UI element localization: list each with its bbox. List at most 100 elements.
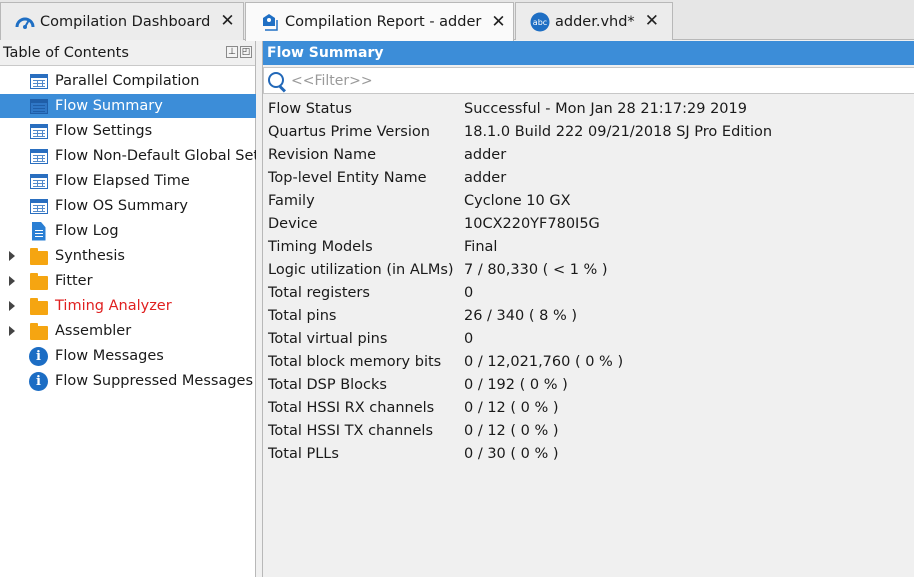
report-icon: [260, 12, 280, 32]
row-key: Total PLLs: [268, 445, 339, 462]
info-icon: i: [29, 371, 48, 391]
row-key: Quartus Prime Version: [268, 123, 430, 140]
toc-header: Table of Contents ⊥ ◰: [0, 41, 255, 66]
toc-title: Table of Contents: [3, 45, 129, 61]
toc-item-label: Fitter: [55, 273, 93, 289]
table-row: Logic utilization (in ALMs) 7 / 80,330 ( …: [263, 258, 914, 281]
row-key: Total registers: [268, 284, 370, 301]
info-icon: i: [29, 346, 48, 366]
expand-arrow-icon[interactable]: [9, 326, 15, 336]
row-key: Total block memory bits: [268, 353, 442, 370]
folder-icon: [29, 272, 48, 291]
toc-item-label: Flow Messages: [55, 348, 164, 364]
folder-icon: [29, 297, 48, 316]
table-row: Revision Name adder: [263, 143, 914, 166]
close-icon[interactable]: ✕: [645, 13, 659, 30]
toc-item-timing-analyzer[interactable]: Timing Analyzer: [0, 294, 256, 318]
row-key: Revision Name: [268, 146, 376, 163]
row-value: Successful - Mon Jan 28 21:17:29 2019: [464, 100, 747, 117]
flow-summary-panel: Flow Summary Flow Status Successful - Mon…: [262, 41, 914, 577]
tab-label: Compilation Dashboard: [40, 13, 211, 30]
table-row: Quartus Prime Version 18.1.0 Build 222 09…: [263, 120, 914, 143]
tab-compilation-dashboard[interactable]: Compilation Dashboard ✕: [0, 2, 244, 40]
table-row: Timing Models Final: [263, 235, 914, 258]
tab-bar: Compilation Dashboard ✕ Compilation Repo…: [0, 0, 914, 41]
toc-item-flow-elapsed-time[interactable]: Flow Elapsed Time: [0, 169, 256, 193]
panel-title: Flow Summary: [263, 41, 914, 65]
row-value: 0: [464, 284, 474, 301]
toc-item-parallel-compilation[interactable]: Parallel Compilation: [0, 69, 256, 93]
row-value: 0: [464, 330, 474, 347]
tab-label: Compilation Report - adder: [285, 14, 482, 30]
row-key: Total DSP Blocks: [268, 376, 387, 393]
row-value: 0 / 12,021,760 ( 0 % ): [464, 353, 624, 370]
row-key: Total virtual pins: [268, 330, 388, 347]
dashboard-icon: [15, 12, 35, 32]
search-icon[interactable]: [266, 70, 288, 92]
toc-item-label: Flow Summary: [55, 98, 163, 114]
row-key: Timing Models: [268, 238, 373, 255]
tab-compilation-report[interactable]: Compilation Report - adder ✕: [245, 2, 514, 41]
table-icon: [29, 197, 48, 216]
table-row: Total HSSI TX channels 0 / 12 ( 0 % ): [263, 419, 914, 442]
table-row: Top-level Entity Name adder: [263, 166, 914, 189]
toc-item-synthesis[interactable]: Synthesis: [0, 244, 256, 268]
toc-item-flow-log[interactable]: Flow Log: [0, 219, 256, 243]
row-value: 0 / 192 ( 0 % ): [464, 376, 568, 393]
table-row: Total block memory bits 0 / 12,021,760 ( …: [263, 350, 914, 373]
table-icon: [29, 172, 48, 191]
row-key: Device: [268, 215, 318, 232]
toc-item-flow-suppressed-messages[interactable]: i Flow Suppressed Messages: [0, 369, 256, 393]
row-value: 0 / 12 ( 0 % ): [464, 422, 559, 439]
toc-item-assembler[interactable]: Assembler: [0, 319, 256, 343]
row-value: 26 / 340 ( 8 % ): [464, 307, 577, 324]
row-key: Logic utilization (in ALMs): [268, 261, 454, 278]
document-icon: [29, 221, 48, 241]
filter-bar: [263, 67, 914, 94]
toc-item-label: Flow OS Summary: [55, 198, 189, 214]
table-row: Total HSSI RX channels 0 / 12 ( 0 % ): [263, 396, 914, 419]
toc-item-label: Timing Analyzer: [55, 298, 172, 314]
toc-item-label: Synthesis: [55, 248, 125, 264]
expand-arrow-icon[interactable]: [9, 276, 15, 286]
toc-item-flow-summary[interactable]: Flow Summary: [0, 94, 256, 118]
row-value: Cyclone 10 GX: [464, 192, 571, 209]
row-value: 7 / 80,330 ( < 1 % ): [464, 261, 608, 278]
toc-item-flow-settings[interactable]: Flow Settings: [0, 119, 256, 143]
table-row: Total virtual pins 0: [263, 327, 914, 350]
toc-item-flow-non-default-global-settings[interactable]: Flow Non-Default Global Settings: [0, 144, 256, 168]
table-row: Total pins 26 / 340 ( 8 % ): [263, 304, 914, 327]
expand-arrow-icon[interactable]: [9, 251, 15, 261]
row-value: 0 / 30 ( 0 % ): [464, 445, 559, 462]
toc-item-label: Flow Settings: [55, 123, 153, 139]
row-value: 0 / 12 ( 0 % ): [464, 399, 559, 416]
close-icon[interactable]: ✕: [491, 13, 505, 31]
table-icon: [29, 147, 48, 166]
table-row: Flow Status Successful - Mon Jan 28 21:17…: [263, 97, 914, 120]
toc-item-flow-os-summary[interactable]: Flow OS Summary: [0, 194, 256, 218]
table-row: Device 10CX220YF780I5G: [263, 212, 914, 235]
table-row: Total registers 0: [263, 281, 914, 304]
row-key: Total HSSI RX channels: [268, 399, 435, 416]
row-value: adder: [464, 169, 507, 186]
table-icon: [29, 72, 48, 91]
filter-input[interactable]: [291, 72, 891, 89]
row-value: 18.1.0 Build 222 09/21/2018 SJ Pro Editi…: [464, 123, 773, 140]
table-row: Total DSP Blocks 0 / 192 ( 0 % ): [263, 373, 914, 396]
row-value: 10CX220YF780I5G: [464, 215, 600, 232]
folder-icon: [29, 247, 48, 266]
pin-icon[interactable]: ⊥: [226, 46, 238, 58]
abc-file-icon: abc: [530, 12, 550, 32]
toc-item-label: Flow Log: [55, 223, 119, 239]
toc-item-label: Parallel Compilation: [55, 73, 200, 89]
row-key: Family: [268, 192, 315, 209]
table-icon: [29, 97, 48, 116]
toc-item-flow-messages[interactable]: i Flow Messages: [0, 344, 256, 368]
folder-icon: [29, 322, 48, 341]
row-key: Flow Status: [268, 100, 352, 117]
restore-icon[interactable]: ◰: [240, 46, 252, 58]
close-icon[interactable]: ✕: [220, 13, 234, 30]
toc-item-fitter[interactable]: Fitter: [0, 269, 256, 293]
expand-arrow-icon[interactable]: [9, 301, 15, 311]
tab-adder-vhd[interactable]: abc adder.vhd* ✕: [515, 2, 673, 40]
